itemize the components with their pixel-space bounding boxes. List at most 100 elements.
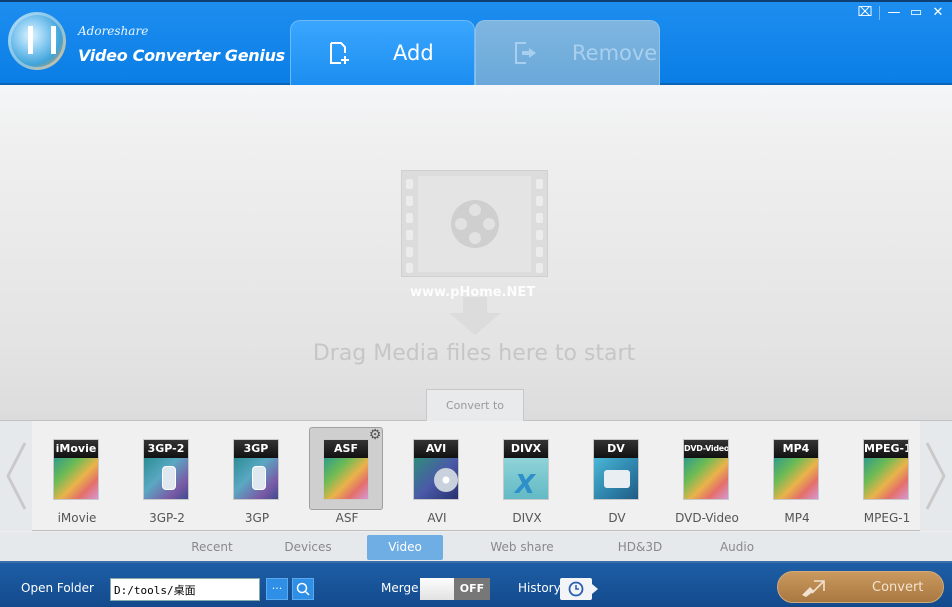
film-art-icon xyxy=(774,458,818,499)
toggle-knob xyxy=(420,578,454,600)
format-badge: DVD-Video xyxy=(684,440,728,458)
minimize-icon[interactable]: — xyxy=(886,5,902,21)
format-label: DIVX xyxy=(512,511,542,525)
bottom-toolbar: Open Folder ··· Merge OFF History Conver… xyxy=(0,563,952,607)
format-tile-3gp[interactable]: 3GP 3GP xyxy=(212,421,302,531)
format-label: DVD-Video xyxy=(675,511,739,525)
format-tile-dvd-video[interactable]: DVD-Video DVD-Video xyxy=(662,421,752,531)
remove-label: Remove xyxy=(572,41,658,65)
remove-button[interactable]: Remove xyxy=(475,20,660,85)
remove-file-icon xyxy=(514,41,536,65)
arrow-down-icon xyxy=(449,297,501,335)
format-tile-divx[interactable]: DIVX X DIVX xyxy=(482,421,572,531)
convert-button[interactable]: Convert xyxy=(777,571,944,603)
format-thumbnail: DIVX X xyxy=(503,439,549,500)
more-icon: ··· xyxy=(271,582,283,595)
format-badge: 3GP-2 xyxy=(144,440,188,458)
format-badge: ASF xyxy=(324,440,368,458)
browse-button[interactable]: ··· xyxy=(266,578,288,600)
maximize-icon[interactable]: ▭ xyxy=(908,5,924,21)
film-perforation xyxy=(406,263,413,273)
film-perforation xyxy=(406,196,413,206)
format-thumbnail: MPEG-1 xyxy=(863,439,909,500)
format-tile-3gp-2[interactable]: 3GP-2 3GP-2 xyxy=(122,421,212,531)
format-badge: DV xyxy=(594,440,638,458)
disc-shape xyxy=(434,468,458,492)
tab-audio[interactable]: Audio xyxy=(697,535,777,560)
divider xyxy=(879,6,880,20)
film-perforation xyxy=(536,196,543,206)
merge-toggle[interactable]: OFF xyxy=(420,578,490,600)
open-folder-label: Open Folder xyxy=(21,581,94,595)
film-art-icon xyxy=(684,458,728,499)
format-badge: AVI xyxy=(414,440,458,458)
phone-shape xyxy=(252,466,266,490)
toggle-state: OFF xyxy=(454,578,490,600)
title-bar: Adoreshare Video Converter Genius Add Re… xyxy=(0,0,952,85)
format-label: ASF xyxy=(335,511,359,525)
film-perforation xyxy=(406,230,413,240)
chevron-right-icon xyxy=(925,442,946,510)
globe-logo-icon xyxy=(8,12,66,70)
format-tile-mpeg-1[interactable]: MPEG-1 MPEG-1 xyxy=(842,421,932,531)
tab-web-share[interactable]: Web share xyxy=(472,535,572,560)
close-icon[interactable]: ✕ xyxy=(930,5,946,21)
format-tile-mp4[interactable]: MP4 MP4 xyxy=(752,421,842,531)
format-tile-dv[interactable]: DV DV xyxy=(572,421,662,531)
format-badge: DIVX xyxy=(504,440,548,458)
brand-product: Video Converter Genius xyxy=(78,46,285,65)
format-tile-avi[interactable]: AVI AVI xyxy=(392,421,482,531)
film-reel-icon xyxy=(401,170,548,277)
film-perforation xyxy=(536,230,543,240)
convert-icon xyxy=(800,577,826,597)
open-folder-button[interactable] xyxy=(292,578,314,600)
film-perforation xyxy=(406,213,413,223)
drop-zone[interactable]: www.pHome.NET Drag Media files here to s… xyxy=(0,85,952,422)
film-perforation xyxy=(536,263,543,273)
tab-video[interactable]: Video xyxy=(367,535,443,560)
film-perforation xyxy=(536,213,543,223)
clock-icon xyxy=(568,581,584,597)
film-art-icon xyxy=(324,458,368,499)
format-label: 3GP xyxy=(244,511,270,525)
category-tabs: Recent Devices Video Web share HD&3D Aud… xyxy=(0,532,952,563)
chevron-left-icon xyxy=(6,442,27,510)
tab-recent[interactable]: Recent xyxy=(172,535,252,560)
convert-to-tab[interactable]: Convert to xyxy=(426,389,524,422)
tab-hd-3d[interactable]: HD&3D xyxy=(600,535,680,560)
brand-company: Adoreshare xyxy=(78,24,149,38)
divx-x-icon: X xyxy=(515,470,536,500)
scroll-right-button[interactable] xyxy=(920,421,952,531)
format-badge: MP4 xyxy=(774,440,818,458)
output-folder-input[interactable] xyxy=(110,578,260,601)
history-button[interactable] xyxy=(560,578,598,600)
film-perforation xyxy=(536,247,543,257)
format-thumbnail: MP4 xyxy=(773,439,819,500)
tab-devices[interactable]: Devices xyxy=(268,535,348,560)
format-label: 3GP-2 xyxy=(149,511,185,525)
film-perforation xyxy=(536,179,543,189)
search-icon xyxy=(296,582,310,596)
add-label: Add xyxy=(393,41,434,65)
film-perforation xyxy=(406,247,413,257)
phone-shape xyxy=(162,466,176,490)
format-strip: iMovie iMovie 3GP-2 3GP-2 3GP 3GP ⚙ ASF ASF AVI AV… xyxy=(0,421,952,531)
film-art-icon xyxy=(864,458,908,499)
settings-gear-icon[interactable]: ⚙ xyxy=(368,428,382,442)
merge-label: Merge xyxy=(381,581,419,595)
add-button[interactable]: Add xyxy=(290,20,475,85)
film-art-icon xyxy=(54,458,98,499)
cam-shape xyxy=(604,470,630,488)
format-label: AVI xyxy=(427,511,447,525)
watermark-text: www.pHome.NET xyxy=(410,285,536,300)
format-thumbnail: DV xyxy=(593,439,639,500)
format-thumbnail: AVI xyxy=(413,439,459,500)
format-tile-asf[interactable]: ⚙ ASF ASF xyxy=(302,421,392,531)
format-badge: iMovie xyxy=(54,440,98,458)
scroll-left-button[interactable] xyxy=(0,421,32,531)
format-tile-imovie[interactable]: iMovie iMovie xyxy=(32,421,122,531)
feedback-icon[interactable]: ⌧ xyxy=(857,5,873,21)
format-thumbnail: iMovie xyxy=(53,439,99,500)
format-thumbnail: DVD-Video xyxy=(683,439,729,500)
convert-label: Convert xyxy=(872,579,924,595)
